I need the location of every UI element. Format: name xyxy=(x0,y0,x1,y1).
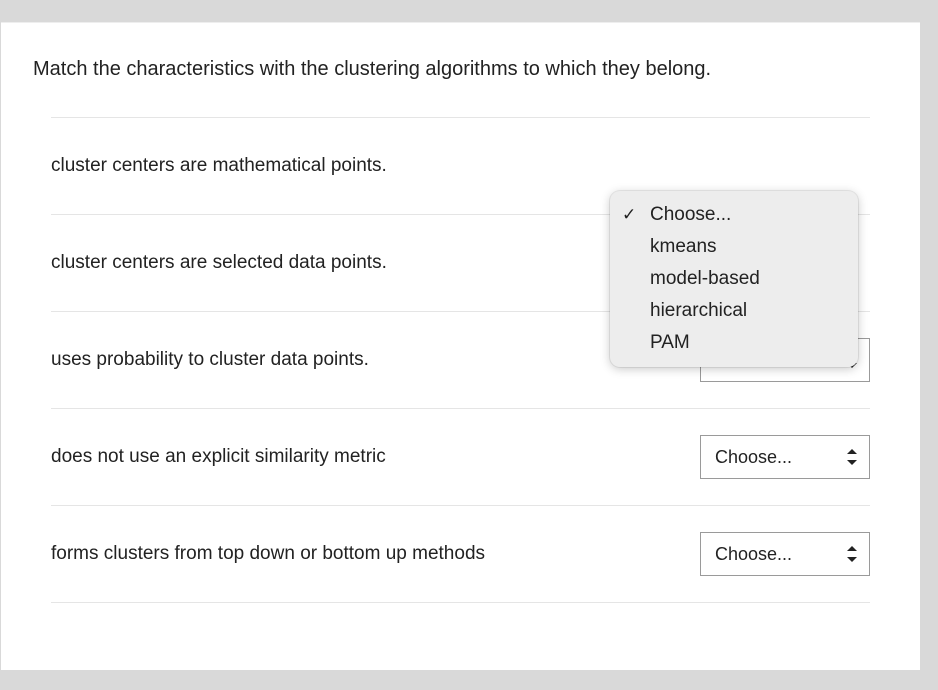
match-row: forms clusters from top down or bottom u… xyxy=(51,505,870,603)
dropdown-option-kmeans[interactable]: kmeans xyxy=(610,231,858,263)
select-wrap: Choose... xyxy=(700,435,870,479)
option-label: kmeans xyxy=(650,236,717,258)
option-label: Choose... xyxy=(650,204,731,226)
select-wrap: Choose... xyxy=(700,144,870,188)
row-label: uses probability to cluster data points. xyxy=(51,347,700,374)
row-label: cluster centers are selected data points… xyxy=(51,250,700,277)
row-label: does not use an explicit similarity metr… xyxy=(51,444,700,471)
algorithm-select[interactable]: Choose... xyxy=(700,532,870,576)
dropdown-option-model-based[interactable]: model-based xyxy=(610,263,858,295)
algorithm-select[interactable]: Choose... xyxy=(700,435,870,479)
question-title: Match the characteristics with the clust… xyxy=(33,55,888,83)
dropdown-option-pam[interactable]: PAM xyxy=(610,327,858,359)
check-icon: ✓ xyxy=(622,205,650,225)
option-label: PAM xyxy=(650,332,690,354)
option-label: model-based xyxy=(650,268,760,290)
dropdown-popup: ✓ Choose... kmeans model-based hierarchi… xyxy=(610,191,858,367)
option-label: hierarchical xyxy=(650,300,747,322)
dropdown-option-choose[interactable]: ✓ Choose... xyxy=(610,199,858,231)
question-card: Match the characteristics with the clust… xyxy=(1,22,920,670)
updown-icon xyxy=(847,547,857,561)
updown-icon xyxy=(847,450,857,464)
match-row: does not use an explicit similarity metr… xyxy=(51,408,870,505)
select-value: Choose... xyxy=(715,447,792,468)
select-value: Choose... xyxy=(715,544,792,565)
row-label: forms clusters from top down or bottom u… xyxy=(51,541,700,568)
row-label: cluster centers are mathematical points. xyxy=(51,153,700,180)
select-wrap: Choose... xyxy=(700,532,870,576)
dropdown-option-hierarchical[interactable]: hierarchical xyxy=(610,295,858,327)
